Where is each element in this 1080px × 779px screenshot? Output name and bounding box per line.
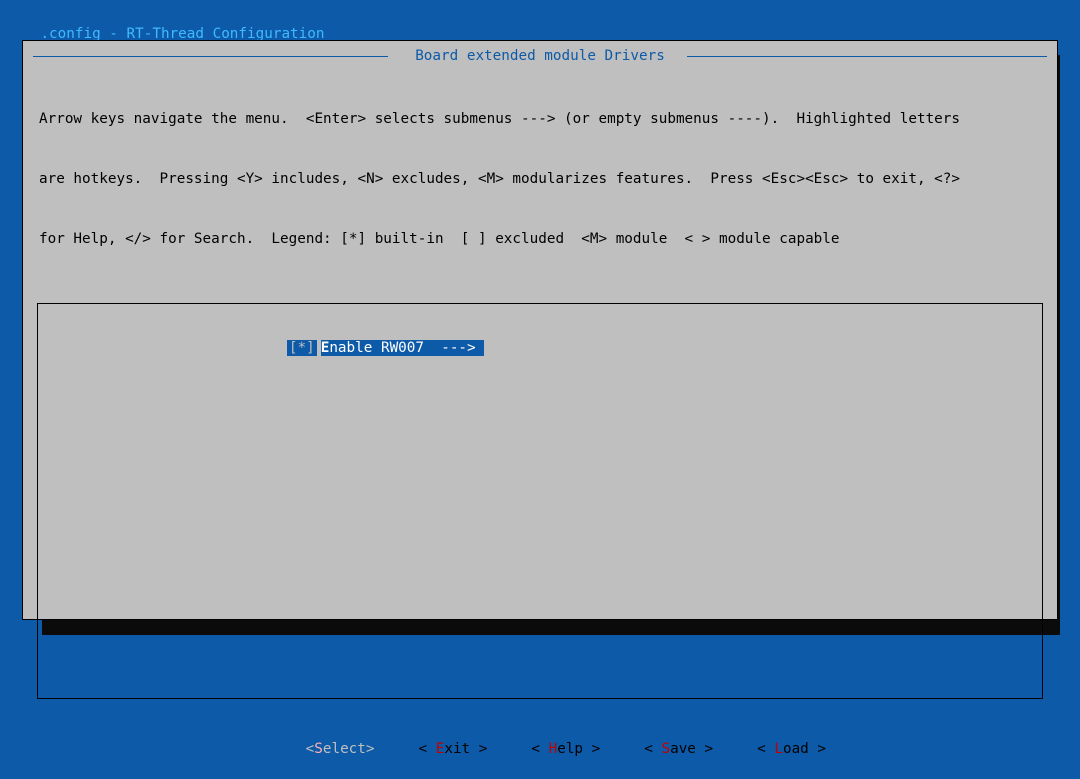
button-bar: <Select> < Exit > < Help > < Save > < Lo…	[33, 719, 1047, 779]
save-button[interactable]: < Save >	[642, 741, 715, 757]
menu-item-enable-rw007[interactable]: [*] Enable RW007 --->	[218, 318, 1042, 378]
help-line-1: Arrow keys navigate the menu. <Enter> se…	[39, 109, 1041, 129]
dialog-title-row: Board extended module Drivers	[33, 49, 1047, 63]
select-button[interactable]: <Select>	[304, 741, 377, 757]
help-button[interactable]: < Help >	[529, 741, 602, 757]
dialog-title: Board extended module Drivers	[393, 46, 687, 66]
help-text: Arrow keys navigate the menu. <Enter> se…	[33, 69, 1047, 299]
title-rule-left	[33, 56, 388, 57]
dialog: Board extended module Drivers Arrow keys…	[22, 40, 1058, 620]
title-rule-right	[687, 56, 1047, 57]
load-button[interactable]: < Load >	[755, 741, 828, 757]
menu-item-rest: nable RW007 --->	[329, 340, 475, 356]
menu-box: [*] Enable RW007 --->	[37, 303, 1043, 699]
help-line-3: for Help, </> for Search. Legend: [*] bu…	[39, 229, 1041, 249]
exit-button[interactable]: < Exit >	[417, 741, 490, 757]
help-line-2: are hotkeys. Pressing <Y> includes, <N> …	[39, 169, 1041, 189]
menu-item-checkbox: [*]	[287, 340, 317, 356]
menu-item-label: Enable RW007 --->	[321, 340, 484, 356]
